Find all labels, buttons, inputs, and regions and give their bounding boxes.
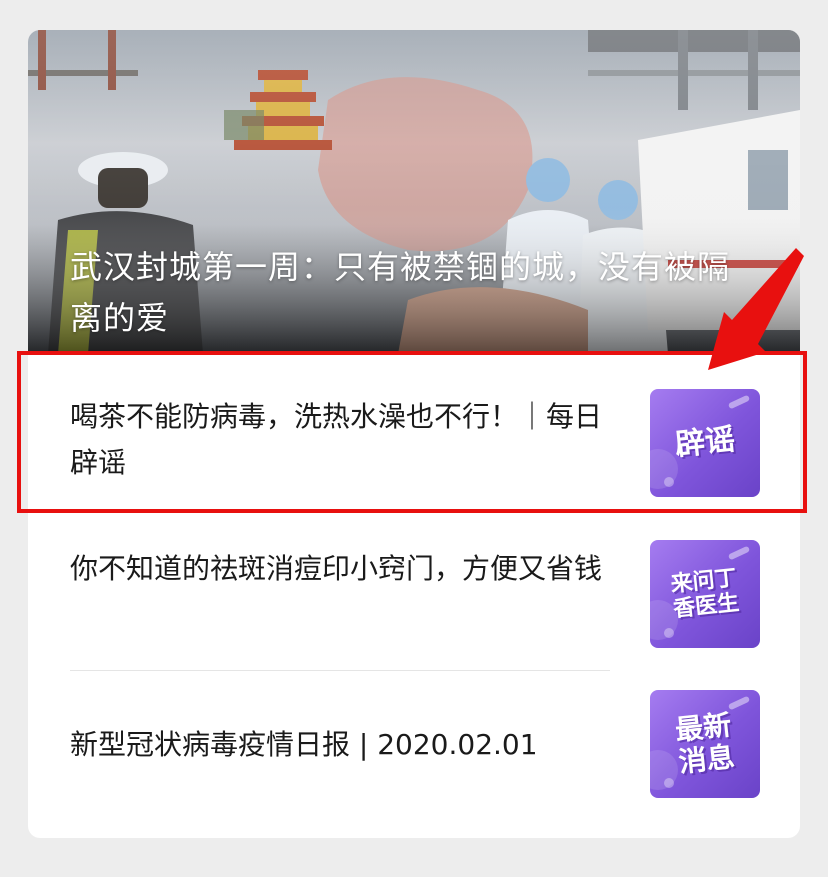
article-title: 新型冠状病毒疫情日报 | 2020.02.01 bbox=[70, 728, 538, 761]
article-thumbnail: 来问丁香医生 bbox=[650, 540, 760, 648]
article-thumbnail: 最新消息 bbox=[650, 690, 760, 798]
article-title: 你不知道的祛斑消痘印小窍门，方便又省钱 bbox=[70, 552, 603, 585]
hero-title: 武汉封城第一周：只有被禁锢的城，没有被隔离的爱 bbox=[70, 248, 731, 337]
divider bbox=[70, 670, 610, 671]
hero-article[interactable]: 武汉封城第一周：只有被禁锢的城，没有被隔离的爱 bbox=[28, 30, 800, 354]
highlight-box bbox=[17, 351, 807, 513]
thumbnail-label: 最新消息 bbox=[673, 708, 737, 779]
red-arrow-icon bbox=[708, 248, 804, 370]
list-item[interactable]: 你不知道的祛斑消痘印小窍门，方便又省钱 来问丁香医生 bbox=[28, 516, 800, 666]
list-item[interactable]: 新型冠状病毒疫情日报 | 2020.02.01 最新消息 bbox=[28, 674, 800, 824]
thumbnail-label: 来问丁香医生 bbox=[669, 565, 741, 623]
